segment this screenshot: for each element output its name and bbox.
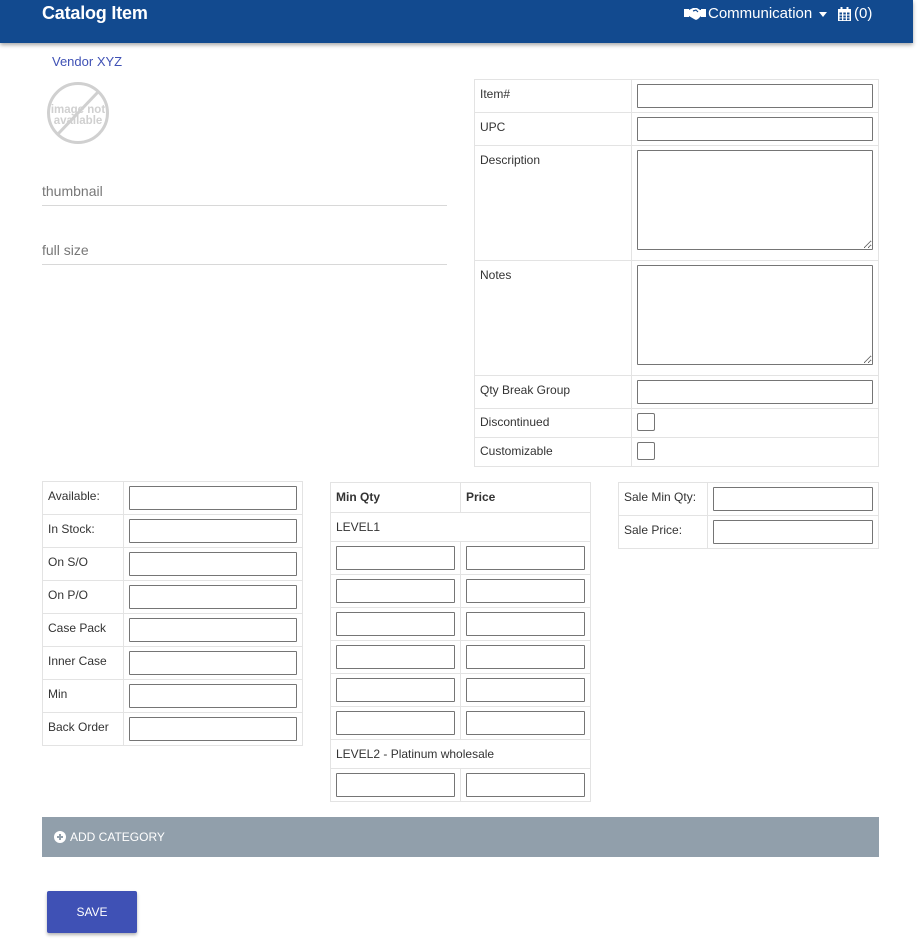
level1-price-input[interactable] — [466, 645, 585, 669]
notes-textarea[interactable] — [637, 265, 873, 365]
save-button[interactable]: SAVE — [47, 891, 137, 933]
level1-price-input[interactable] — [466, 711, 585, 735]
level2-min-qty-input[interactable] — [336, 773, 455, 797]
sale-price-input[interactable] — [713, 520, 873, 544]
description-textarea[interactable] — [637, 150, 873, 250]
caret-down-icon — [819, 11, 828, 17]
upc-label: UPC — [474, 112, 632, 146]
discontinued-label: Discontinued — [474, 408, 632, 438]
communication-menu[interactable]: Communication — [684, 5, 828, 22]
thumbnail-field — [42, 178, 447, 206]
level1-min-qty-input[interactable] — [336, 711, 455, 735]
min-label: Min — [42, 679, 124, 713]
case-pack-label: Case Pack — [42, 613, 124, 647]
qty-break-group-input[interactable] — [637, 380, 873, 404]
case-pack-input[interactable] — [129, 618, 297, 642]
inner-case-input[interactable] — [129, 651, 297, 675]
communication-label: Communication — [708, 5, 813, 22]
sale-price-label: Sale Price: — [618, 515, 708, 549]
back-order-label: Back Order — [42, 712, 124, 746]
level1-min-qty-input[interactable] — [336, 579, 455, 603]
on-po-input[interactable] — [129, 585, 297, 609]
fullsize-input[interactable] — [42, 237, 447, 263]
image-not-available-icon: image not available — [47, 82, 109, 144]
in-stock-label: In Stock: — [42, 514, 124, 548]
in-stock-input[interactable] — [129, 519, 297, 543]
calendar-button[interactable]: (0) — [838, 5, 872, 22]
vendor-link[interactable]: Vendor XYZ — [52, 54, 122, 69]
level1-min-qty-input[interactable] — [336, 546, 455, 570]
level1-label: LEVEL1 — [330, 512, 591, 542]
price-header: Price — [460, 482, 591, 513]
calendar-count: (0) — [854, 5, 873, 22]
notes-label: Notes — [474, 260, 632, 376]
level1-price-input[interactable] — [466, 612, 585, 636]
min-qty-header: Min Qty — [330, 482, 461, 513]
handshake-icon — [684, 7, 706, 20]
qty-break-group-label: Qty Break Group — [474, 375, 632, 409]
stock-table: Available: In Stock: On S/O On P/O Case … — [42, 481, 303, 746]
level1-price-input[interactable] — [466, 579, 585, 603]
item-no-input[interactable] — [637, 84, 873, 108]
calendar-icon — [838, 6, 851, 21]
plus-circle-icon — [54, 831, 66, 843]
on-so-input[interactable] — [129, 552, 297, 576]
sale-min-qty-label: Sale Min Qty: — [618, 482, 708, 516]
item-no-label: Item# — [474, 79, 632, 113]
level1-min-qty-input[interactable] — [336, 678, 455, 702]
min-input[interactable] — [129, 684, 297, 708]
item-details-table: Item# UPC Description Notes Qty Break Gr… — [474, 79, 879, 467]
on-so-label: On S/O — [42, 547, 124, 581]
level1-min-qty-input[interactable] — [336, 645, 455, 669]
inner-case-label: Inner Case — [42, 646, 124, 680]
level2-label: LEVEL2 - Platinum wholesale — [330, 739, 591, 769]
discontinued-checkbox[interactable] — [637, 413, 655, 431]
back-order-input[interactable] — [129, 717, 297, 741]
available-input[interactable] — [129, 486, 297, 510]
page-title: Catalog Item — [42, 3, 148, 23]
upc-input[interactable] — [637, 117, 873, 141]
add-category-bar[interactable]: ADD CATEGORY — [42, 817, 879, 857]
on-po-label: On P/O — [42, 580, 124, 614]
description-label: Description — [474, 145, 632, 261]
level2-price-input[interactable] — [466, 773, 585, 797]
no-image-line2: available — [54, 115, 103, 127]
top-app-bar: Catalog Item Communication (0) — [0, 0, 913, 43]
level1-min-qty-input[interactable] — [336, 612, 455, 636]
level1-price-input[interactable] — [466, 678, 585, 702]
sale-min-qty-input[interactable] — [713, 487, 873, 511]
available-label: Available: — [42, 481, 124, 515]
level1-price-input[interactable] — [466, 546, 585, 570]
add-category-label: ADD CATEGORY — [70, 830, 165, 844]
customizable-checkbox[interactable] — [637, 442, 655, 460]
fullsize-field — [42, 237, 447, 265]
pricing-table: Min Qty Price LEVEL1 LEVEL2 - Platinum w… — [330, 482, 591, 802]
thumbnail-input[interactable] — [42, 178, 447, 204]
customizable-label: Customizable — [474, 437, 632, 467]
sale-table: Sale Min Qty: Sale Price: — [618, 482, 879, 549]
